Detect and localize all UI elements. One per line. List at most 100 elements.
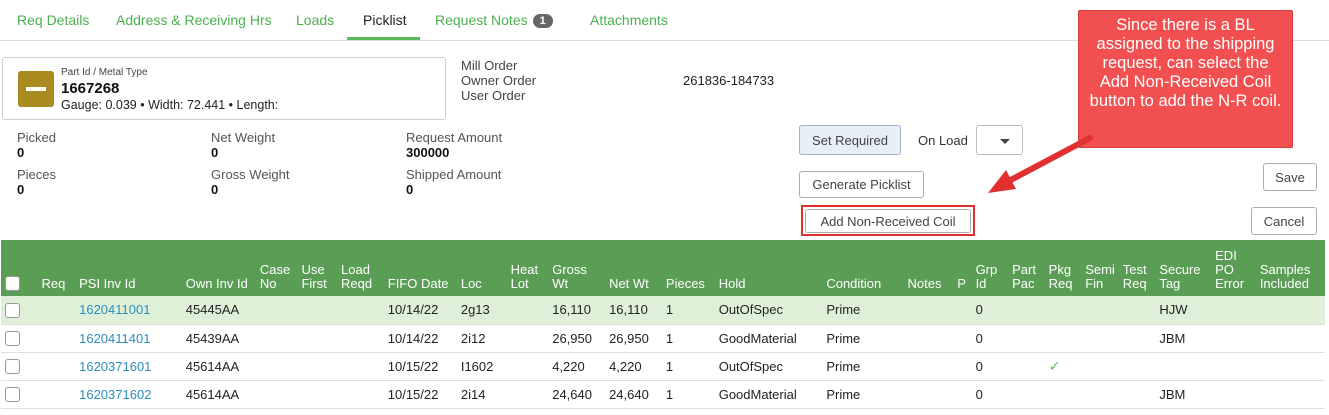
header-loc[interactable]: Loc <box>456 240 507 296</box>
header-gross-wt[interactable]: Gross Wt <box>548 240 606 296</box>
header-secure-tag[interactable]: Secure Tag <box>1155 240 1212 296</box>
table-row[interactable]: 1620411401 45439AA 10/14/22 2i12 26,950 … <box>1 324 1325 353</box>
table-row[interactable]: 1620411001 45445AA 10/14/22 2g13 16,110 … <box>1 296 1325 325</box>
instruction-callout: Since there is a BL assigned to the ship… <box>1078 10 1293 148</box>
header-load-reqd[interactable]: Load Reqd <box>337 240 384 296</box>
psi-inv-id-link[interactable]: 1620371601 <box>75 352 182 381</box>
header-own-inv-id[interactable]: Own Inv Id <box>181 240 256 296</box>
loc-cell: 2i12 <box>456 324 507 353</box>
row-checkbox[interactable] <box>5 359 20 375</box>
psi-inv-id-link[interactable]: 1620371602 <box>75 380 182 409</box>
pieces-cell: 1 <box>661 352 715 381</box>
save-button[interactable]: Save <box>1263 163 1317 191</box>
gross-wt-cell: 4,220 <box>548 352 606 381</box>
tab-attachments[interactable]: Attachments <box>590 12 668 28</box>
table-row[interactable]: 1620371601 45614AA 10/15/22 I1602 4,220 … <box>1 352 1325 381</box>
header-p[interactable]: P <box>953 240 972 296</box>
header-samples-included[interactable]: Samples Included <box>1255 240 1325 296</box>
cancel-button[interactable]: Cancel <box>1251 207 1317 235</box>
header-part-pac[interactable]: Part Pac <box>1008 240 1045 296</box>
owner-order-value: 261836-184733 <box>683 73 775 88</box>
hold-cell: OutOfSpec <box>714 352 823 381</box>
stat-label: Picked <box>17 130 57 145</box>
header-net-wt[interactable]: Net Wt <box>605 240 662 296</box>
header-select-all[interactable] <box>1 240 38 296</box>
header-pkg-req[interactable]: Pkg Req <box>1044 240 1082 296</box>
tab-loads[interactable]: Loads <box>296 12 334 28</box>
row-checkbox[interactable] <box>5 331 20 347</box>
stat-gross-weight: Gross Weight 0 <box>211 167 290 197</box>
stat-value: 0 <box>211 145 219 160</box>
tab-req-details[interactable]: Req Details <box>17 12 89 28</box>
owner-order-label: Owner Order <box>461 73 537 88</box>
header-pieces[interactable]: Pieces <box>661 240 715 296</box>
stat-shipped-amount: Shipped Amount 0 <box>406 167 501 197</box>
generate-picklist-button[interactable]: Generate Picklist <box>799 171 924 198</box>
header-notes[interactable]: Notes <box>903 240 954 296</box>
stat-label: Shipped Amount <box>406 167 502 182</box>
header-condition[interactable]: Condition <box>822 240 904 296</box>
stat-request-amount: Request Amount 300000 <box>406 130 502 160</box>
fifo-date-cell: 10/15/22 <box>383 380 457 409</box>
header-psi-inv-id[interactable]: PSI Inv Id <box>75 240 182 296</box>
select-all-checkbox[interactable] <box>5 276 20 291</box>
row-checkbox[interactable] <box>5 387 20 403</box>
secure-tag-cell: JBM <box>1155 324 1212 353</box>
tab-address-receiving[interactable]: Address & Receiving Hrs <box>116 12 272 28</box>
header-test-req[interactable]: Test Req <box>1118 240 1156 296</box>
stat-label: Pieces <box>17 167 57 182</box>
header-fifo-date[interactable]: FIFO Date <box>383 240 457 296</box>
part-specs: Gauge: 0.039 • Width: 72.441 • Length: <box>61 98 279 112</box>
pieces-cell: 1 <box>661 380 715 409</box>
chevron-down-icon <box>1000 139 1010 144</box>
table-header-row: Req PSI Inv Id Own Inv Id Case No Use Fi… <box>1 240 1325 296</box>
on-load-select[interactable] <box>976 125 1023 155</box>
header-req[interactable]: Req <box>37 240 76 296</box>
gross-wt-cell: 26,950 <box>548 324 606 353</box>
grp-id-cell: 0 <box>971 352 1009 381</box>
condition-cell: Prime <box>822 324 904 353</box>
mill-order-label: Mill Order <box>461 58 518 73</box>
stat-value: 0 <box>17 182 25 197</box>
table-row[interactable]: 1620371602 45614AA 10/15/22 2i14 24,640 … <box>1 380 1325 409</box>
header-edi-po-error[interactable]: EDI PO Error <box>1211 240 1256 296</box>
header-semi-fin[interactable]: Semi Fin <box>1081 240 1119 296</box>
grp-id-cell: 0 <box>971 380 1009 409</box>
header-use-first[interactable]: Use First <box>297 240 338 296</box>
fifo-date-cell: 10/15/22 <box>383 352 457 381</box>
gross-wt-cell: 24,640 <box>548 380 606 409</box>
pieces-cell: 1 <box>661 296 715 325</box>
hold-cell: GoodMaterial <box>714 380 823 409</box>
row-checkbox[interactable] <box>5 302 20 318</box>
hold-cell: OutOfSpec <box>714 296 823 325</box>
stat-value: 0 <box>211 182 219 197</box>
tab-request-notes[interactable]: Request Notes 1 <box>435 12 553 28</box>
condition-cell: Prime <box>822 296 904 325</box>
grp-id-cell: 0 <box>971 296 1009 325</box>
stat-value: 300000 <box>406 145 450 160</box>
net-wt-cell: 24,640 <box>605 380 662 409</box>
stat-value: 0 <box>406 182 414 197</box>
header-grp-id[interactable]: Grp Id <box>971 240 1009 296</box>
condition-cell: Prime <box>822 380 904 409</box>
set-required-button[interactable]: Set Required <box>799 125 901 155</box>
tab-picklist[interactable]: Picklist <box>363 12 407 28</box>
psi-inv-id-link[interactable]: 1620411401 <box>75 324 182 353</box>
active-tab-indicator <box>347 37 420 40</box>
own-inv-id-cell: 45614AA <box>181 380 256 409</box>
grp-id-cell: 0 <box>971 324 1009 353</box>
notes-count-badge: 1 <box>532 14 553 28</box>
loc-cell: 2i14 <box>456 380 507 409</box>
stat-picked: Picked 0 <box>17 130 56 160</box>
secure-tag-cell: JBM <box>1155 380 1212 409</box>
part-caption: Part Id / Metal Type <box>61 67 148 78</box>
header-hold[interactable]: Hold <box>714 240 823 296</box>
loc-cell: I1602 <box>456 352 507 381</box>
header-heat-lot[interactable]: Heat Lot <box>506 240 549 296</box>
stat-label: Net Weight <box>211 130 276 145</box>
add-non-received-coil-button[interactable]: Add Non-Received Coil <box>805 209 971 233</box>
psi-inv-id-link[interactable]: 1620411001 <box>75 296 182 325</box>
header-case-no[interactable]: Case No <box>255 240 298 296</box>
hold-cell: GoodMaterial <box>714 324 823 353</box>
minus-icon[interactable] <box>18 71 54 107</box>
